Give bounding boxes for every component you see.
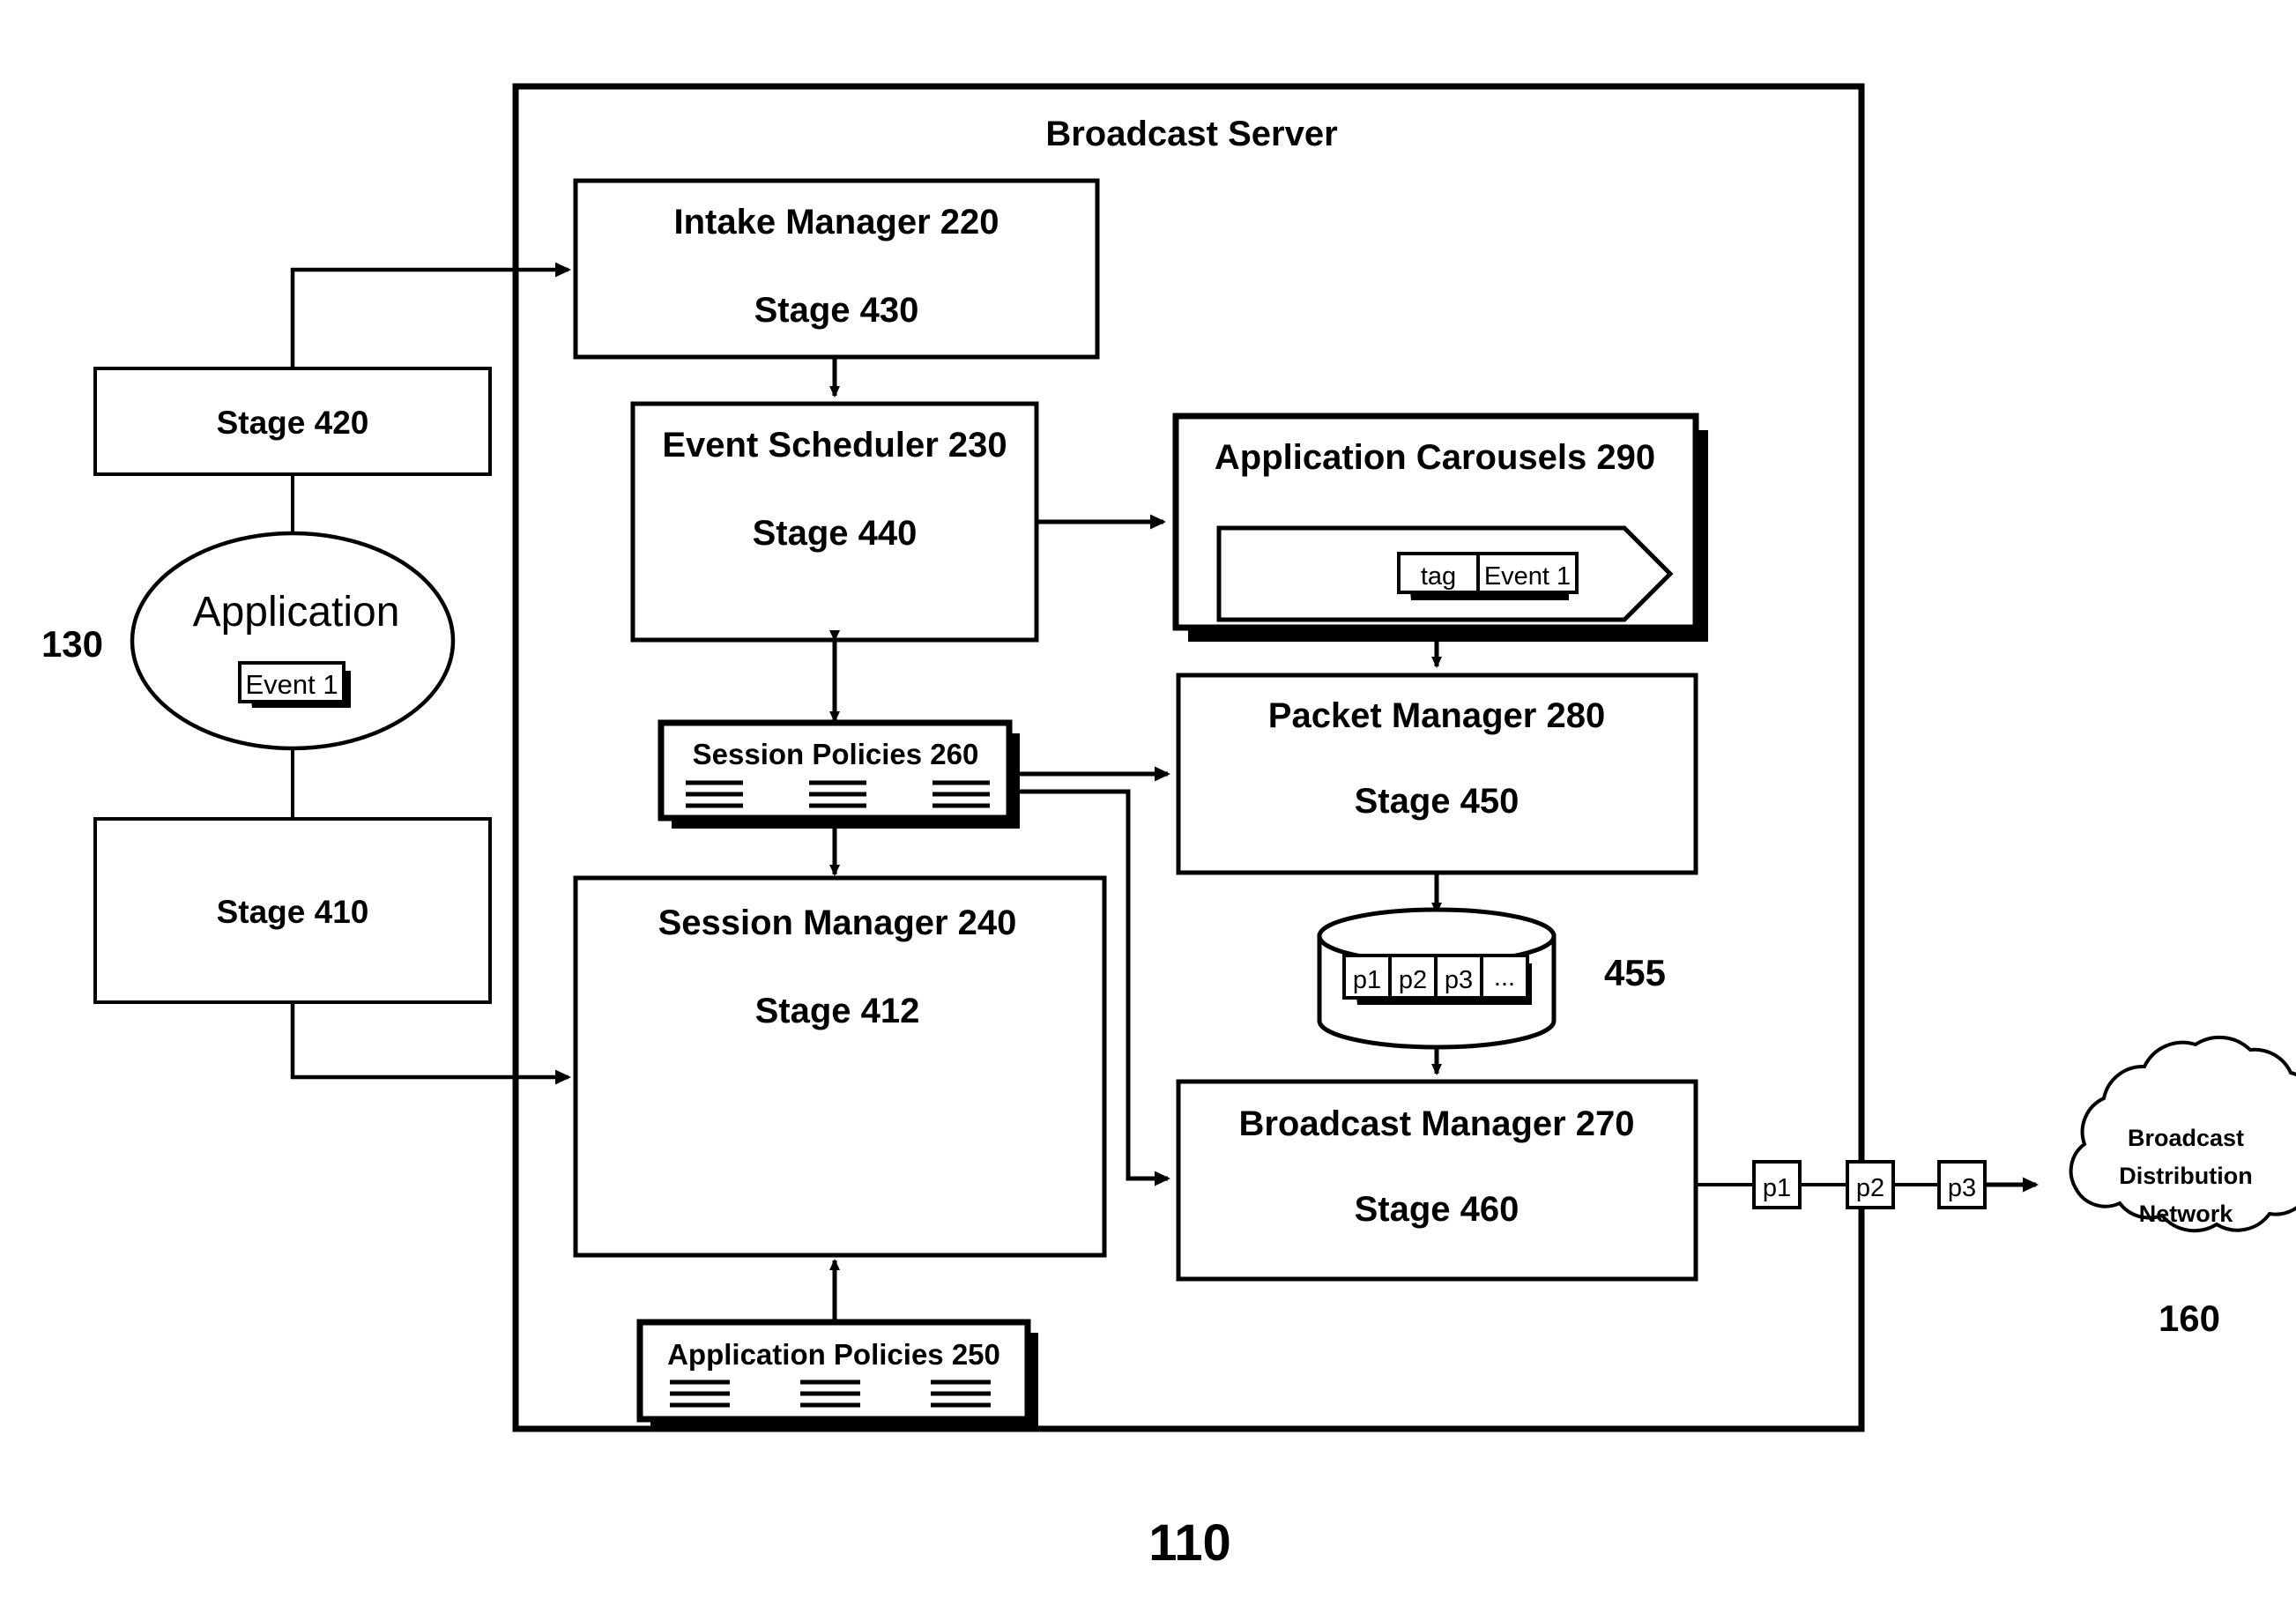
cloud-label-line2: Distribution — [2119, 1163, 2252, 1189]
broadcast-manager-stage: Stage 460 — [1355, 1190, 1520, 1229]
intake-manager-stage: Stage 430 — [754, 291, 919, 330]
figure-ref-110: 110 — [1148, 1514, 1231, 1572]
application-carousels-title: Application Carousels 290 — [1215, 438, 1655, 477]
network-ref-160: 160 — [2159, 1298, 2220, 1339]
event-scheduler-box: Event Scheduler 230 Stage 440 — [630, 401, 1039, 643]
application-event-box: Event 1 — [238, 661, 351, 708]
application-node: Application Event 1 130 — [41, 531, 456, 751]
event-scheduler-stage: Stage 440 — [753, 514, 918, 553]
session-manager-stage: Stage 412 — [755, 992, 920, 1030]
packet-store-cells: p1 p2 p3 ... — [1342, 954, 1532, 1005]
carousel-tag-label: tag — [1421, 562, 1456, 591]
event-scheduler-title: Event Scheduler 230 — [662, 426, 1007, 465]
application-policies-box: Application Policies 250 — [636, 1319, 1038, 1430]
intake-manager-title: Intake Manager 220 — [673, 203, 999, 242]
application-ref-130: 130 — [41, 623, 103, 665]
broadcast-distribution-network-cloud: Broadcast Distribution Network 160 — [2069, 1035, 2296, 1339]
packet-cell-p2: p2 — [1399, 966, 1427, 994]
stage-420-label: Stage 420 — [217, 405, 369, 441]
session-policies-box: Session Policies 260 — [658, 719, 1020, 829]
broadcast-server-title: Broadcast Server — [1045, 115, 1337, 153]
broadcast-manager-title: Broadcast Manager 270 — [1238, 1104, 1634, 1143]
stage-420-box: Stage 420 — [93, 367, 492, 476]
cloud-label-line1: Broadcast — [2128, 1125, 2244, 1151]
carousel-event-tag: tag Event 1 — [1397, 552, 1579, 600]
session-manager-box: Session Manager 240 Stage 412 — [573, 875, 1107, 1258]
application-carousels-box: Application Carousels 290 tag Event 1 — [1172, 413, 1708, 642]
application-event-label: Event 1 — [245, 669, 338, 700]
figure-canvas: Broadcast Server Stage 420 Application E… — [0, 0, 2296, 1621]
application-label: Application — [193, 589, 400, 636]
patent-diagram: Broadcast Server Stage 420 Application E… — [41, 83, 2296, 1572]
output-packet-p1: p1 — [1763, 1174, 1791, 1202]
stage-410-label: Stage 410 — [217, 894, 369, 930]
packet-cell-more: ... — [1494, 963, 1515, 992]
session-policies-title: Session Policies 260 — [693, 738, 979, 770]
packet-manager-stage: Stage 450 — [1355, 782, 1520, 821]
output-packet-p2: p2 — [1856, 1174, 1884, 1202]
output-packet-p3: p3 — [1948, 1174, 1976, 1202]
session-manager-title: Session Manager 240 — [658, 903, 1017, 942]
intake-manager-box: Intake Manager 220 Stage 430 — [573, 178, 1100, 360]
packet-cell-p1: p1 — [1353, 966, 1381, 994]
packet-manager-title: Packet Manager 280 — [1268, 696, 1605, 735]
packet-manager-box: Packet Manager 280 Stage 450 — [1176, 673, 1698, 875]
broadcast-manager-box: Broadcast Manager 270 Stage 460 — [1176, 1079, 1698, 1282]
packet-cell-p3: p3 — [1445, 966, 1473, 994]
stage-410-box: Stage 410 — [93, 817, 492, 1004]
carousel-event-label: Event 1 — [1484, 562, 1571, 591]
application-policies-title: Application Policies 250 — [667, 1338, 1000, 1371]
packet-store-ref-455: 455 — [1604, 952, 1666, 993]
cloud-label-line3: Network — [2139, 1201, 2234, 1227]
